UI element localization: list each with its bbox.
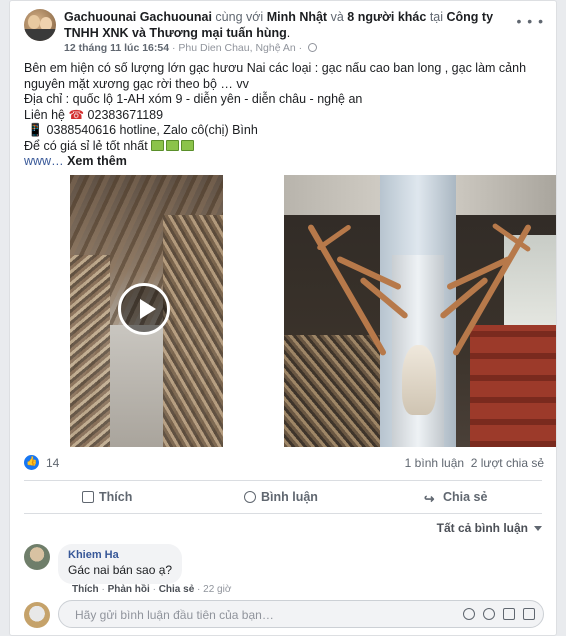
tagged-user[interactable]: Minh Nhật (267, 10, 327, 24)
commenter-avatar[interactable] (24, 544, 50, 570)
money-icon (166, 139, 180, 151)
sort-label: Tất cả bình luận (436, 521, 528, 535)
video-thumbnail[interactable] (70, 175, 223, 447)
separator: · (98, 584, 108, 595)
comment-placeholder: Hãy gửi bình luận đầu tiên của bạn… (75, 608, 274, 622)
comment: Khiem Ha Gác nai bán sao ạ? Thích · Phản… (24, 544, 544, 595)
post-header-text: Gachuounai Gachuounai cùng với Minh Nhật… (64, 9, 524, 41)
like-count[interactable]: 14 (46, 456, 59, 470)
post-line: Bên em hiện có số lượng lớn gạc hươu Nai… (24, 61, 527, 75)
comment-sort-dropdown[interactable]: Tất cả bình luận (437, 521, 542, 535)
antler-photo[interactable] (284, 175, 556, 447)
like-reaction-icon[interactable] (24, 455, 39, 470)
link-prefix[interactable]: www… (24, 154, 67, 168)
price-line: Để có giá sỉ lẻ tốt nhất (24, 139, 544, 155)
money-icon (151, 139, 165, 151)
share-label: Chia sẻ (443, 490, 488, 504)
reply-composer: Hãy gửi bình luận đầu tiên của bạn… (24, 600, 544, 630)
camera-icon[interactable] (483, 608, 495, 620)
price-text: Để có giá sỉ lẻ tốt nhất (24, 138, 152, 153)
comment-text: Gác nai bán sao ạ? (68, 563, 173, 577)
post-line: nguyên mặt xương gạc rời theo bộ … vv (24, 76, 249, 91)
post-body: Bên em hiện có số lượng lớn gạc hươu Nai… (24, 61, 544, 170)
see-more-line: www… Xem thêm (24, 154, 544, 170)
phone-icon: ☎ (68, 107, 85, 122)
contact-line: Liên hệ ☎ 02383671189 (24, 108, 544, 124)
post-stats: 1 bình luận 2 lượt chia sẻ (405, 456, 544, 470)
globe-icon (308, 43, 318, 52)
comment-time[interactable]: 22 giờ (203, 584, 231, 595)
thumbs-up-icon (82, 491, 94, 503)
place-end: . (286, 26, 291, 40)
gif-icon[interactable] (503, 608, 515, 620)
post-meta: 12 tháng 11 lúc 16:54 · Phu Dien Chau, N… (64, 42, 318, 54)
caret-down-icon (534, 526, 542, 531)
comment-share-link[interactable]: Chia sẻ (159, 584, 195, 595)
see-more-link[interactable]: Xem thêm (67, 154, 127, 168)
share-icon: ↪ (424, 492, 435, 506)
author-name[interactable]: Gachuounai Gachuounai (64, 10, 212, 24)
post-location: · Phu Dien Chau, Nghệ An · (169, 42, 306, 54)
with-text: cùng với (211, 10, 267, 24)
commenter-name[interactable]: Khiem Ha (68, 548, 172, 563)
hotline-text: 0388540616 hotline, Zalo cô(chị) Bình (43, 123, 258, 137)
comment-count[interactable]: 1 bình luận (405, 456, 464, 470)
post-header: Gachuounai Gachuounai cùng với Minh Nhật… (24, 9, 544, 57)
comment-input[interactable]: Hãy gửi bình luận đầu tiên của bạn… (58, 600, 544, 628)
and-text: và (327, 10, 348, 24)
phone-number: 02383671189 (84, 107, 164, 122)
emoji-icon[interactable] (463, 608, 475, 620)
current-user-avatar (24, 602, 50, 628)
composer-icons (455, 607, 535, 625)
comment-bubble: Khiem Ha Gác nai bán sao ạ? (58, 544, 183, 584)
contact-label: Liên hệ (24, 107, 69, 122)
more-options-icon[interactable]: • • • (517, 13, 544, 29)
like-label: Thích (99, 490, 133, 504)
play-icon[interactable] (118, 283, 170, 335)
mobile-phone-icon: 📱 (27, 123, 44, 137)
at-text: tại (426, 10, 447, 24)
comment-like-link[interactable]: Thích (72, 584, 99, 595)
money-icon (181, 139, 195, 151)
post-media (10, 175, 556, 447)
separator: · (149, 584, 159, 595)
sticker-icon[interactable] (523, 608, 535, 620)
hotline-line: 📱 0388540616 hotline, Zalo cô(chị) Bình (24, 123, 544, 139)
tagged-others[interactable]: 8 người khác (347, 10, 426, 24)
separator: · (194, 584, 204, 595)
comment-reply-link[interactable]: Phản hồi (108, 584, 150, 595)
comment-actions: Thích · Phản hồi · Chia sẻ · 22 giờ (72, 584, 231, 595)
post-card: Gachuounai Gachuounai cùng với Minh Nhật… (9, 0, 557, 636)
comment-button[interactable]: Bình luận (244, 483, 318, 511)
share-button[interactable]: ↪ Chia sẻ (424, 483, 487, 511)
share-count[interactable]: 2 lượt chia sẻ (471, 456, 544, 470)
reactions-bar: 14 1 bình luận 2 lượt chia sẻ (24, 453, 544, 473)
comment-label: Bình luận (261, 490, 318, 504)
like-button[interactable]: Thích (82, 483, 132, 511)
post-actions: Thích Bình luận ↪ Chia sẻ (24, 483, 542, 511)
divider (24, 513, 542, 514)
post-time[interactable]: 12 tháng 11 lúc 16:54 (64, 42, 169, 54)
comment-icon (244, 491, 256, 503)
author-avatar[interactable] (24, 9, 56, 41)
post-line: Địa chỉ : quốc lộ 1-AH xóm 9 - diễn yên … (24, 92, 363, 106)
divider (24, 480, 542, 481)
deer-skull (402, 345, 436, 415)
